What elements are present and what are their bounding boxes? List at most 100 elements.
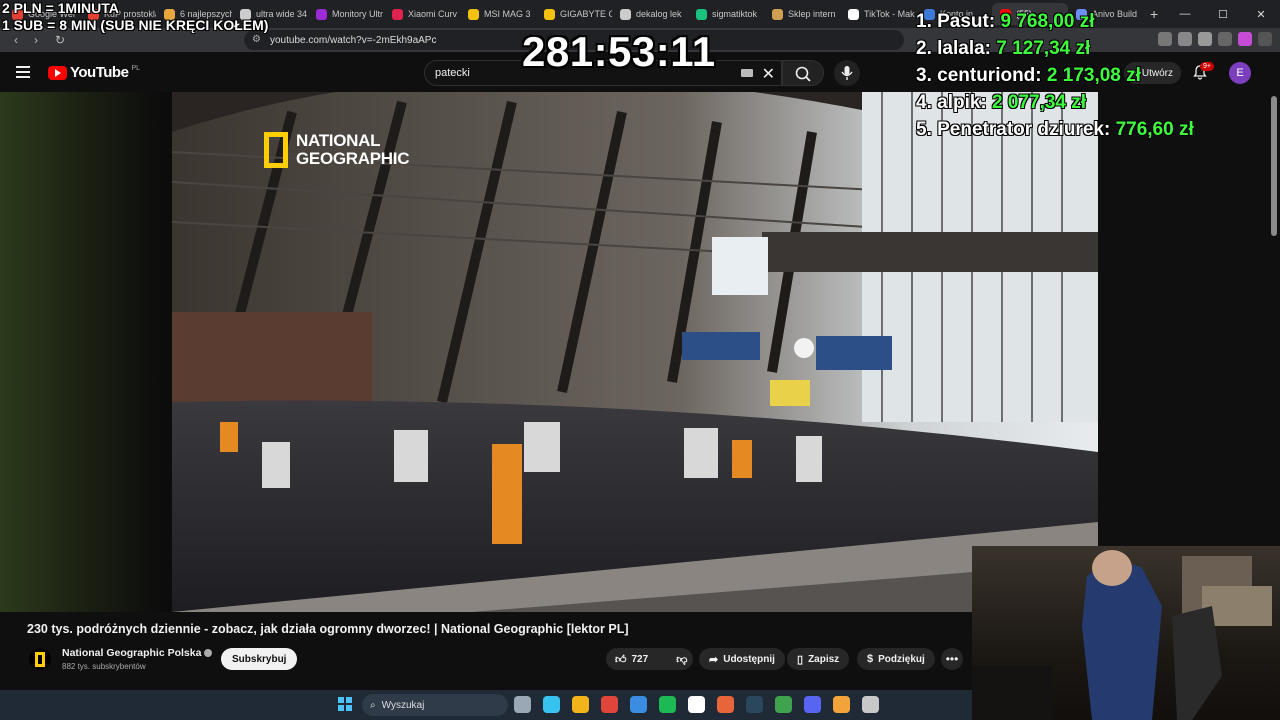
menu-icon[interactable]	[1258, 32, 1272, 46]
search-icon: ⌕	[370, 699, 376, 711]
like-button[interactable]: 👍︎ 727	[606, 648, 657, 670]
donor-name: 2. lalala:	[916, 38, 991, 59]
channel-avatar[interactable]	[29, 648, 51, 670]
browser-tab[interactable]: Sklep intern	[764, 3, 840, 25]
subscribe-button[interactable]: Subskrybuj	[221, 648, 298, 670]
taskbar-app-icon[interactable]	[601, 696, 618, 713]
browser-tab[interactable]: Monitory Ultr	[308, 3, 384, 25]
leaderboard-row: 5. Penetrator dziurek: 776,60 zł	[916, 116, 1194, 143]
save-button[interactable]: ▯ Zapisz	[787, 648, 850, 670]
rate-line-sub: 1 SUB = 8 MIN (SUB NIE KRĘCI KOŁEM)	[2, 17, 269, 33]
tab-favicon-icon	[316, 8, 327, 20]
like-dislike-group: 👍︎ 727 👎︎	[606, 648, 693, 670]
share-button[interactable]: ➦ Udostępnij	[699, 648, 785, 670]
extension-icon[interactable]	[1198, 32, 1212, 46]
extension-icon[interactable]	[1238, 32, 1252, 46]
microphone-icon	[841, 66, 853, 80]
natgeo-frame-icon	[35, 651, 45, 667]
windows-start-icon[interactable]	[338, 697, 352, 711]
browser-tab[interactable]: TikTok - Mak	[840, 3, 916, 25]
video-frame-train-station	[172, 92, 1098, 612]
youtube-logo[interactable]: YouTube PL	[48, 64, 140, 81]
video-details: 230 tys. podróżnych dziennie - zobacz, j…	[0, 612, 972, 690]
taskbar-app-icon[interactable]	[717, 696, 734, 713]
natgeo-yellow-frame-icon	[264, 132, 288, 168]
taskbar-app-icon[interactable]	[514, 696, 531, 713]
share-label: Udostępnij	[723, 653, 775, 665]
keyboard-icon[interactable]	[741, 69, 753, 77]
notifications-badge: 9+	[1200, 62, 1214, 71]
back-button[interactable]: ‹	[6, 33, 26, 47]
taskbar-app-icon[interactable]	[775, 696, 792, 713]
share-arrow-icon: ➦	[709, 653, 719, 666]
thanks-button[interactable]: $ Podziękuj	[857, 648, 935, 670]
taskbar-app-icon[interactable]	[572, 696, 589, 713]
donation-leaderboard: 1. Pasut: 9 768,00 zł 2. lalala: 7 127,34…	[916, 8, 1194, 143]
donation-amount: 776,60 zł	[1115, 119, 1194, 140]
verified-check-icon	[204, 649, 213, 658]
region-label: PL	[131, 65, 140, 72]
taskbar-search-placeholder: Wyszukaj	[381, 699, 425, 711]
taskbar-search[interactable]: ⌕ Wyszukaj	[362, 694, 508, 716]
youtube-play-icon	[48, 65, 67, 80]
taskbar-app-icon[interactable]	[630, 696, 647, 713]
site-info-icon[interactable]: ⚙	[252, 34, 264, 46]
thumbs-up-icon: 👍︎	[615, 653, 627, 666]
tab-label: sigmatiktok	[712, 9, 758, 19]
donor-name: 5. Penetrator dziurek:	[916, 119, 1111, 140]
donor-name: 4. alpik:	[916, 92, 987, 113]
avatar[interactable]: E	[1229, 62, 1251, 84]
save-label: Zapisz	[808, 653, 840, 665]
donation-amount: 9 768,00 zł	[1000, 11, 1095, 32]
forward-button[interactable]: ›	[26, 33, 46, 47]
browser-tab[interactable]: GIGABYTE G	[536, 3, 612, 25]
leaderboard-row: 4. alpik: 2 077,34 zł	[916, 89, 1194, 116]
tab-favicon-icon	[848, 8, 859, 20]
tab-favicon-icon	[544, 8, 555, 20]
youtube-wordmark: YouTube	[70, 64, 129, 81]
menu-icon[interactable]	[16, 66, 30, 78]
tab-label: GIGABYTE G	[560, 9, 612, 19]
browser-tab[interactable]: sigmatiktok	[688, 3, 764, 25]
subathon-timer: 281:53:11	[522, 28, 716, 75]
tab-favicon-icon	[392, 8, 403, 20]
extension-icon[interactable]	[1218, 32, 1232, 46]
video-player[interactable]: NATIONAL GEOGRAPHIC	[172, 92, 1098, 612]
tab-label: Sklep intern	[788, 9, 836, 19]
taskbar-app-icon[interactable]	[833, 696, 850, 713]
donation-rate-overlay: 2 PLN = 1MINUTA 1 SUB = 8 MIN (SUB NIE K…	[2, 0, 268, 34]
browser-tab[interactable]: dekalog lek	[612, 3, 688, 25]
tab-favicon-icon	[696, 8, 707, 20]
taskbar-app-icon[interactable]	[746, 696, 763, 713]
natgeo-wordmark: NATIONAL GEOGRAPHIC	[296, 131, 410, 168]
webcam-room-view	[972, 550, 1272, 720]
taskbar-app-icon[interactable]	[862, 696, 879, 713]
clear-search-button[interactable]: ✕	[762, 64, 775, 84]
tab-label: Xiaomi Curv	[408, 9, 458, 19]
like-count: 727	[631, 653, 649, 665]
tab-favicon-icon	[772, 8, 783, 20]
url-text: youtube.com/watch?v=-2mEkh9aAPc	[270, 34, 437, 46]
tab-label: dekalog lek	[636, 9, 682, 19]
browser-tab[interactable]: MSI MAG 3	[460, 3, 536, 25]
voice-search-button[interactable]	[834, 60, 860, 86]
browser-tab[interactable]: Xiaomi Curv	[384, 3, 460, 25]
search-button[interactable]	[782, 60, 824, 86]
national-geographic-watermark: NATIONAL GEOGRAPHIC	[264, 132, 409, 168]
dislike-button[interactable]: 👎︎	[667, 648, 696, 670]
tab-label: Monitory Ultr	[332, 9, 384, 19]
close-window-button[interactable]: ✕	[1242, 8, 1280, 21]
taskbar-apps	[514, 696, 879, 713]
taskbar-app-icon[interactable]	[804, 696, 821, 713]
more-actions-button[interactable]: •••	[941, 648, 963, 670]
thanks-label: Podziękuj	[878, 653, 925, 665]
channel-name[interactable]: National Geographic Polska	[62, 647, 213, 659]
donation-amount: 2 077,34 zł	[992, 92, 1087, 113]
taskbar-app-icon[interactable]	[659, 696, 676, 713]
reload-button[interactable]: ↻	[50, 33, 70, 47]
taskbar-app-icon[interactable]	[688, 696, 705, 713]
maximize-button[interactable]: ☐	[1204, 8, 1242, 21]
thanks-dollar-icon: $	[867, 653, 874, 665]
page-scrollbar[interactable]	[1271, 96, 1277, 236]
taskbar-app-icon[interactable]	[543, 696, 560, 713]
